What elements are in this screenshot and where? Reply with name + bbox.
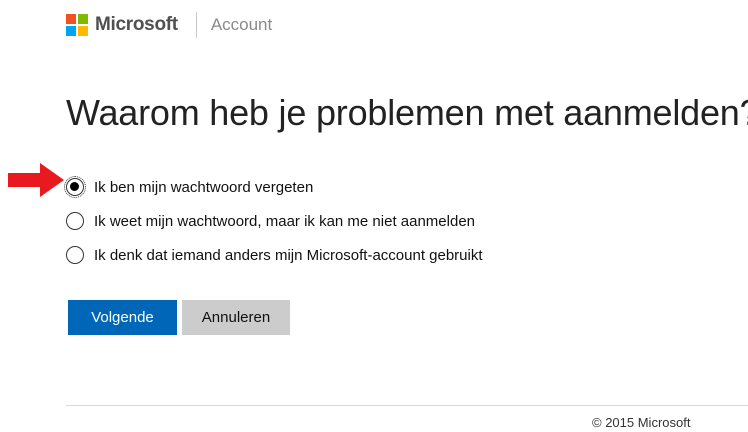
next-button[interactable]: Volgende [68, 300, 177, 335]
option-account-compromised[interactable]: Ik denk dat iemand anders mijn Microsoft… [66, 238, 483, 272]
section-name: Account [210, 15, 273, 34]
footer-copyright: © 2015 Microsoft [592, 415, 691, 430]
option-label[interactable]: Ik ben mijn wachtwoord vergeten [94, 179, 313, 196]
radio-account-compromised[interactable] [66, 246, 84, 264]
radio-forgot-password[interactable] [64, 176, 86, 198]
problem-options: Ik ben mijn wachtwoord vergeten Ik weet … [64, 170, 483, 272]
brand-name[interactable]: Microsoft [95, 14, 178, 36]
option-forgot-password[interactable]: Ik ben mijn wachtwoord vergeten [64, 170, 483, 204]
radio-cannot-sign-in[interactable] [66, 212, 84, 230]
action-buttons: Volgende Annuleren [68, 300, 290, 335]
option-cannot-sign-in[interactable]: Ik weet mijn wachtwoord, maar ik kan me … [66, 204, 483, 238]
page-title: Waarom heb je problemen met aanmelden? [66, 92, 748, 133]
microsoft-logo-icon[interactable] [66, 14, 88, 36]
footer-divider [66, 405, 748, 406]
header-divider [195, 12, 197, 38]
site-header: Microsoft Account [66, 10, 272, 40]
cancel-button[interactable]: Annuleren [182, 300, 290, 335]
option-label[interactable]: Ik weet mijn wachtwoord, maar ik kan me … [94, 213, 475, 230]
red-arrow-icon [8, 163, 64, 197]
option-label[interactable]: Ik denk dat iemand anders mijn Microsoft… [94, 247, 483, 264]
